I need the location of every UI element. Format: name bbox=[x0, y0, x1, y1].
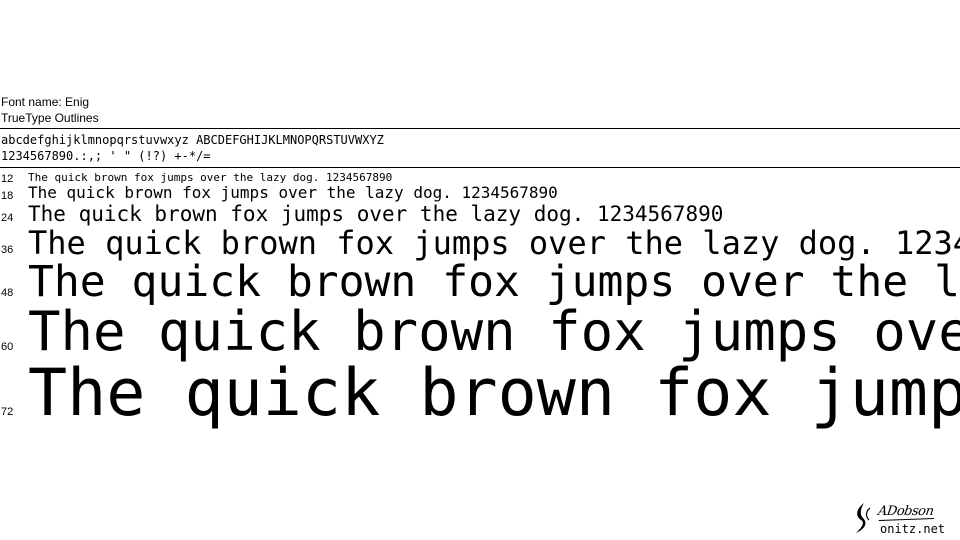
size-label-48: 48 bbox=[1, 287, 14, 299]
sample-line-12: The quick brown fox jumps over the lazy … bbox=[28, 171, 393, 184]
size-label-36: 36 bbox=[1, 244, 14, 256]
sample-line-24: The quick brown fox jumps over the lazy … bbox=[28, 202, 724, 226]
sample-line-48: The quick brown fox jumps over the lazy … bbox=[28, 257, 960, 307]
sample-line-72: The quick brown fox jumps over the lazy … bbox=[28, 356, 960, 431]
charset-letters: abcdefghijklmnopqrstuvwxyz ABCDEFGHIJKLM… bbox=[1, 133, 384, 147]
swirl-mark-icon bbox=[856, 503, 871, 533]
font-type-label: TrueType Outlines bbox=[1, 111, 99, 125]
watermark-logo: ADobson onitz.net bbox=[852, 500, 958, 538]
sample-line-36: The quick brown fox jumps over the lazy … bbox=[28, 224, 960, 262]
watermark-signature: ADobson bbox=[876, 504, 935, 519]
size-label-72: 72 bbox=[1, 406, 14, 418]
sample-line-18: The quick brown fox jumps over the lazy … bbox=[28, 183, 558, 202]
size-label-18: 18 bbox=[1, 190, 14, 202]
font-name-label: Font name: Enig bbox=[1, 95, 90, 109]
charset-divider bbox=[0, 167, 960, 168]
sample-line-60: The quick brown fox jumps over the lazy … bbox=[28, 300, 960, 363]
size-label-24: 24 bbox=[1, 212, 14, 224]
top-divider bbox=[0, 128, 960, 129]
charset-digits-symbols: 1234567890.:,; ' " (!?) +-*/= bbox=[1, 149, 211, 163]
size-label-12: 12 bbox=[1, 173, 14, 185]
size-label-60: 60 bbox=[1, 341, 14, 353]
watermark-site: onitz.net bbox=[880, 522, 946, 536]
